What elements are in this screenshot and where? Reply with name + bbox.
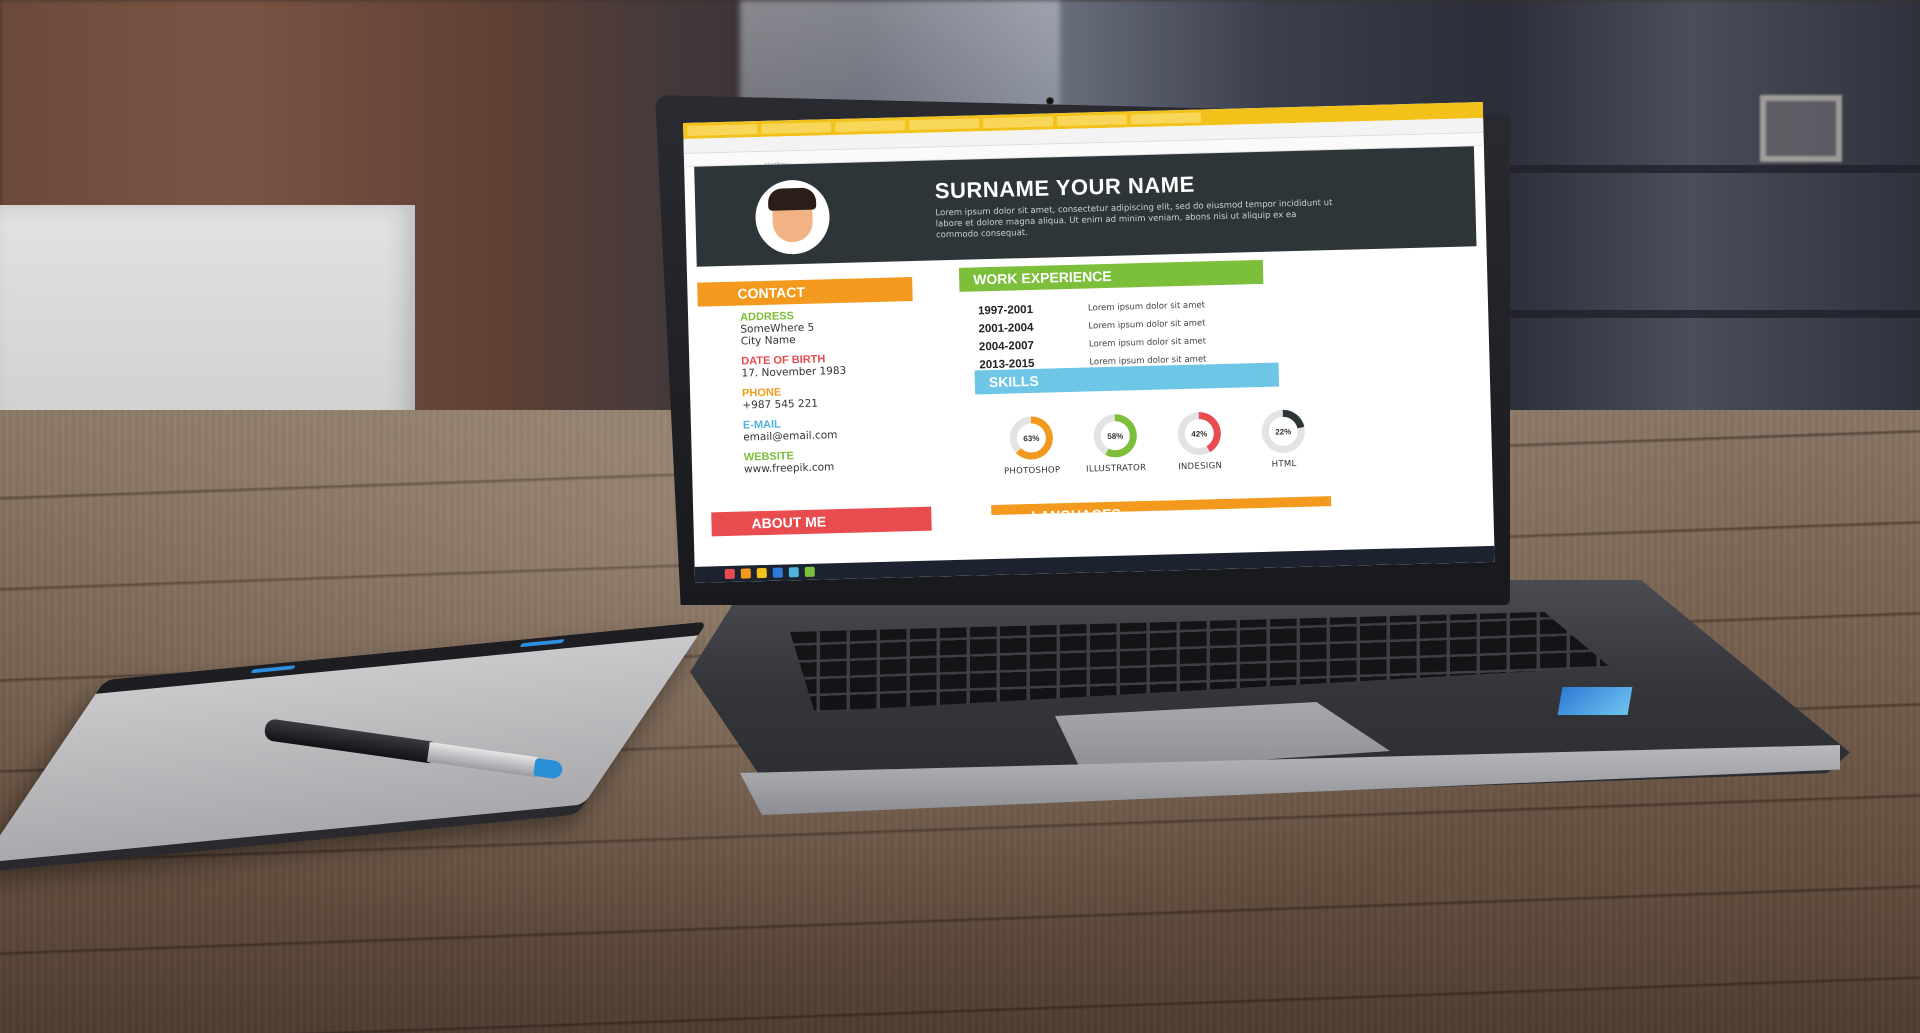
skill-item: 63% PHOTOSHOP (991, 413, 1073, 477)
chrome-icon[interactable] (756, 567, 767, 579)
work-experience-list: 1997-2001 Lorem ipsum dolor sit amet 2001-… (978, 297, 1300, 377)
work-row: 2013-2015 Lorem ipsum dolor sit amet (979, 351, 1299, 371)
work-description: Lorem ipsum dolor sit amet (1089, 354, 1207, 368)
section-contact: CONTACT (697, 277, 913, 307)
tablet-indicator-light (519, 639, 566, 648)
app-icon[interactable] (804, 566, 815, 577)
resume-header: SURNAME YOUR NAME Lorem ipsum dolor sit … (694, 146, 1477, 267)
contact-item: E-MAIL email@email.com (743, 414, 964, 444)
contact-item: ADDRESS SomeWhere 5 City Name (740, 306, 961, 348)
skill-percent: 22% (1275, 427, 1291, 436)
browser-tab[interactable] (687, 124, 758, 136)
background-shelf (1480, 165, 1920, 173)
skill-donut: 58% (1093, 414, 1137, 458)
work-description: Lorem ipsum dolor sit amet (1088, 318, 1206, 332)
skill-percent: 63% (1023, 434, 1039, 443)
avatar-hair-icon (767, 187, 817, 211)
resume-intro: Lorem ipsum dolor sit amet, consectetur … (935, 198, 1333, 241)
resume-name: SURNAME YOUR NAME (934, 171, 1195, 204)
browser-tab[interactable] (835, 120, 906, 133)
contact-list: ADDRESS SomeWhere 5 City Name DATE OF BIRT… (740, 306, 964, 484)
skill-donut: 63% (1009, 416, 1053, 460)
browser-tab[interactable] (909, 118, 980, 131)
background-picture-frame (1760, 95, 1842, 162)
work-years: 2001-2004 (978, 321, 1034, 336)
background-shelf (1480, 310, 1920, 318)
laptop-sticker (1557, 687, 1633, 715)
contact-item: WEBSITE www.freepik.com (744, 446, 965, 475)
app-icon[interactable] (788, 567, 799, 578)
skill-percent: 58% (1107, 432, 1123, 441)
section-work-experience: WORK EXPERIENCE (958, 259, 1264, 292)
skills-charts: 63% PHOTOSHOP 58% ILLUSTRATOR 42% INDESIGN 22%… (991, 406, 1353, 485)
skill-item: 42% INDESIGN (1159, 409, 1241, 473)
skill-name: HTML (1271, 459, 1297, 470)
skill-name: INDESIGN (1178, 461, 1223, 473)
screen-content: pixabay SURNAME YOUR NAME Lorem ipsum do… (683, 102, 1495, 583)
start-icon[interactable] (724, 568, 735, 580)
work-row: 1997-2001 Lorem ipsum dolor sit amet (978, 297, 1298, 317)
app-icon[interactable] (772, 567, 783, 578)
skill-item: 22% HTML (1243, 406, 1325, 470)
section-about-me: ABOUT ME (711, 506, 932, 537)
skill-name: ILLUSTRATOR (1085, 462, 1147, 475)
pen-cap (533, 757, 564, 780)
browser-tab[interactable] (761, 122, 832, 134)
work-row: 2001-2004 Lorem ipsum dolor sit amet (978, 315, 1298, 335)
browser-tab[interactable] (1056, 114, 1128, 127)
skill-donut: 22% (1261, 409, 1305, 453)
background-white-cabinet (0, 205, 415, 445)
contact-item: PHONE +987 545 221 (742, 382, 963, 412)
firefox-icon[interactable] (740, 568, 751, 579)
browser-tab[interactable] (1130, 112, 1202, 125)
section-languages: LANGUAGES (991, 496, 1332, 516)
work-description: Lorem ipsum dolor sit amet (1087, 300, 1206, 314)
contact-item: DATE OF BIRTH 17. November 1983 (741, 350, 962, 379)
skill-name: PHOTOSHOP (1003, 465, 1061, 477)
work-row: 2004-2007 Lorem ipsum dolor sit amet (979, 333, 1299, 353)
skill-item: 58% ILLUSTRATOR (1075, 411, 1157, 475)
webcam (1047, 98, 1053, 104)
skill-percent: 42% (1191, 429, 1207, 438)
work-years: 2013-2015 (979, 357, 1035, 372)
work-years: 1997-2001 (977, 303, 1034, 318)
laptop-screen: pixabay SURNAME YOUR NAME Lorem ipsum do… (683, 102, 1495, 583)
browser-tab[interactable] (982, 116, 1054, 129)
avatar (754, 179, 831, 256)
skill-donut: 42% (1177, 412, 1221, 456)
work-years: 2004-2007 (978, 339, 1035, 354)
work-description: Lorem ipsum dolor sit amet (1088, 336, 1207, 350)
photo-scene: pixabay SURNAME YOUR NAME Lorem ipsum do… (0, 0, 1920, 1033)
background-window (740, 0, 1060, 110)
contact-value: SomeWhere 5 City Name (740, 321, 815, 348)
tablet-indicator-light (250, 665, 297, 674)
